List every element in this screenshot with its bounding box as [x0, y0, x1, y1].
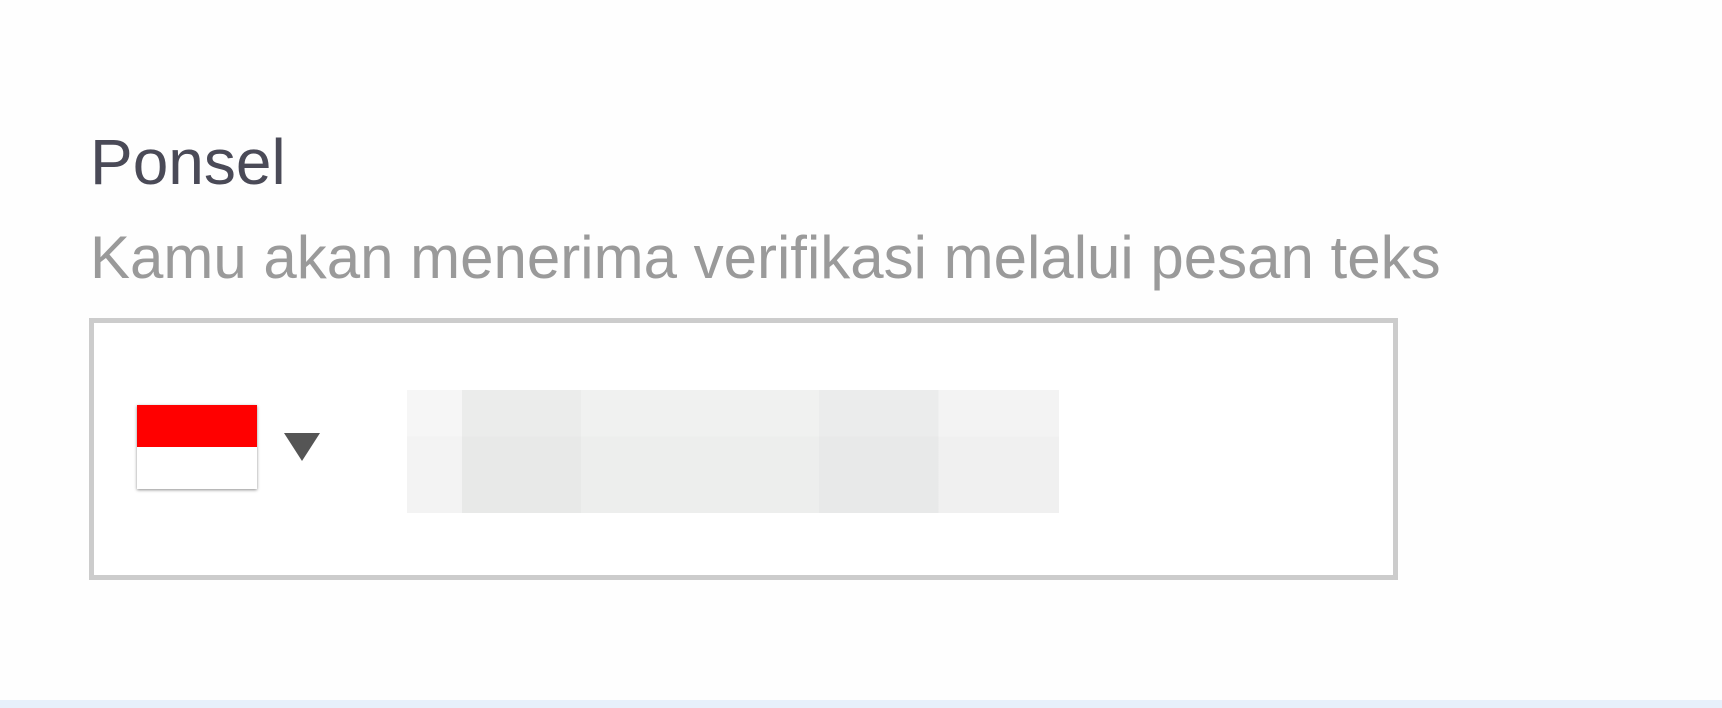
- phone-input-group: [89, 318, 1398, 580]
- section-divider: [0, 700, 1722, 708]
- phone-number-input[interactable]: [407, 390, 1059, 513]
- caret-down-icon: [284, 433, 320, 461]
- phone-field-label: Ponsel: [90, 126, 286, 198]
- phone-form-section: Ponsel Kamu akan menerima verifikasi mel…: [0, 0, 1722, 700]
- flag-red-band: [137, 405, 257, 447]
- flag-white-band: [137, 447, 257, 489]
- country-code-dropdown[interactable]: [132, 405, 332, 495]
- indonesia-flag-icon: [137, 405, 257, 489]
- phone-field-hint: Kamu akan menerima verifikasi melalui pe…: [90, 224, 1441, 291]
